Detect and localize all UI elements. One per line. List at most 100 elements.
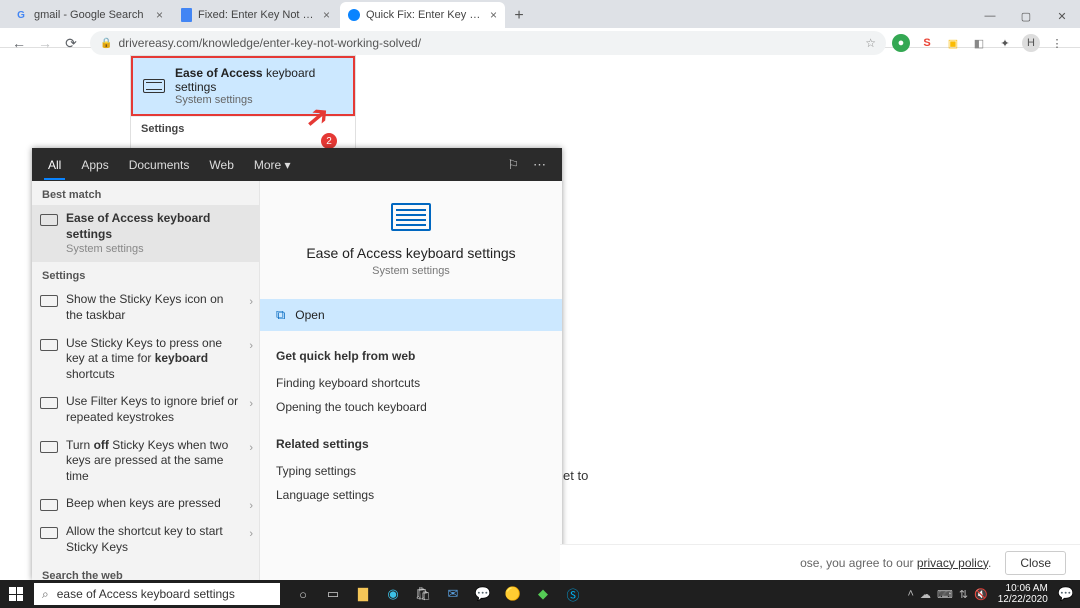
reload-button[interactable]: ⟳ — [58, 30, 84, 56]
result-best-match[interactable]: Ease of Access keyboard settingsSystem s… — [32, 205, 259, 262]
browser-tab-0[interactable]: G gmail - Google Search × — [6, 2, 171, 28]
notifications-icon[interactable]: 💬 — [1058, 586, 1074, 602]
forward-button[interactable]: → — [32, 30, 58, 56]
tab-more[interactable]: More ▾ — [244, 150, 301, 180]
result-setting[interactable]: Turn off Sticky Keys when two keys are p… — [32, 432, 259, 491]
keyboard-tray-icon[interactable]: ⌨ — [937, 588, 953, 601]
result-setting[interactable]: Allow the shortcut key to start Sticky K… — [32, 518, 259, 561]
google-favicon: G — [14, 8, 28, 22]
section-settings: Settings — [32, 262, 259, 286]
more-icon[interactable]: ⋯ — [533, 157, 546, 173]
mail-icon[interactable]: ✉ — [440, 580, 466, 608]
result-setting[interactable]: Beep when keys are pressed› — [32, 490, 259, 518]
result-setting[interactable]: Use Sticky Keys to press one key at a ti… — [32, 330, 259, 389]
browser-tab-1[interactable]: Fixed: Enter Key Not Working O × — [173, 2, 338, 28]
keyboard-icon — [40, 396, 58, 410]
star-icon[interactable]: ☆ — [865, 36, 876, 50]
result-setting[interactable]: Use Filter Keys to ignore brief or repea… — [32, 388, 259, 431]
related-header: Related settings — [276, 437, 546, 451]
edge-icon[interactable]: ◉ — [380, 580, 406, 608]
drive-icon[interactable]: ◆ — [530, 580, 556, 608]
section-best-match: Best match — [32, 181, 259, 205]
result-title: Use Sticky Keys to press one key at a ti… — [66, 336, 251, 383]
ext-icon[interactable]: ◧ — [970, 34, 988, 52]
ext-icon[interactable]: S — [918, 34, 936, 52]
system-tray: ˄ ☁ ⌨ ⇅ 🔇 10:06 AM 12/22/2020 💬 — [908, 583, 1080, 605]
cookie-banner: ose, you agree to our privacy policy. Cl… — [560, 544, 1080, 580]
back-button[interactable]: ← — [6, 30, 32, 56]
maximize-button[interactable]: ▢ — [1008, 4, 1044, 28]
close-icon[interactable]: × — [323, 8, 330, 22]
tab-documents[interactable]: Documents — [119, 150, 200, 180]
tab-web[interactable]: Web — [199, 150, 243, 180]
result-title: Ease of Access keyboard settings — [175, 66, 343, 94]
tray-chevron-icon[interactable]: ˄ — [908, 588, 914, 601]
section-web: Search the web — [32, 562, 259, 580]
tab-all[interactable]: All — [38, 150, 71, 180]
nav-toolbar: ← → ⟳ 🔒 drivereasy.com/knowledge/enter-k… — [0, 28, 1080, 58]
taskbar: ⌕ ease of Access keyboard settings ○ ▭ ▇… — [0, 580, 1080, 608]
ext-icon[interactable]: ● — [892, 34, 910, 52]
volume-icon[interactable]: 🔇 — [974, 588, 988, 601]
preview-subtitle: System settings — [276, 265, 546, 277]
search-preview-pane: Ease of Access keyboard settings System … — [260, 181, 562, 580]
explorer-icon[interactable]: ▇ — [350, 580, 376, 608]
page-text-fragment: et to — [563, 468, 588, 483]
ext-icon[interactable]: ▣ — [944, 34, 962, 52]
browser-tab-2[interactable]: Quick Fix: Enter Key Not Working × — [340, 2, 505, 28]
result-setting[interactable]: Show the Sticky Keys icon on the taskbar… — [32, 286, 259, 329]
wifi-icon[interactable]: ⇅ — [959, 588, 968, 601]
tab-apps[interactable]: Apps — [71, 150, 118, 180]
store-icon[interactable]: 🛍 — [410, 580, 436, 608]
keyboard-icon — [40, 338, 58, 352]
taskview-icon[interactable]: ▭ — [320, 580, 346, 608]
close-button[interactable]: Close — [1005, 551, 1066, 575]
result-title: Turn off Sticky Keys when two keys are p… — [66, 438, 251, 485]
search-scope-tabs: All Apps Documents Web More ▾ ⚐ ⋯ — [32, 148, 562, 181]
menu-icon[interactable]: ⋮ — [1048, 34, 1066, 52]
onedrive-icon[interactable]: ☁ — [920, 588, 931, 601]
close-window-button[interactable]: ✕ — [1044, 4, 1080, 28]
extensions: ● S ▣ ◧ ✦ H ⋮ — [892, 34, 1074, 52]
extensions-icon[interactable]: ✦ — [996, 34, 1014, 52]
chevron-right-icon: › — [249, 500, 253, 512]
result-title: Show the Sticky Keys icon on the taskbar — [66, 292, 251, 323]
result-title: Ease of Access keyboard settings — [66, 211, 210, 241]
annotation-badge: 2 — [321, 133, 337, 149]
preview-title: Ease of Access keyboard settings — [276, 245, 546, 261]
related-link[interactable]: Language settings — [276, 483, 546, 507]
cortana-icon[interactable]: ○ — [290, 580, 316, 608]
keyboard-icon — [40, 213, 58, 227]
address-bar[interactable]: 🔒 drivereasy.com/knowledge/enter-key-not… — [90, 31, 886, 55]
open-icon: ⧉ — [276, 307, 285, 323]
open-button[interactable]: ⧉Open — [260, 299, 562, 331]
keyboard-icon — [40, 498, 58, 512]
search-results-list[interactable]: Best match Ease of Access keyboard setti… — [32, 181, 260, 580]
browser-chrome: G gmail - Google Search × Fixed: Enter K… — [0, 0, 1080, 48]
related-link[interactable]: Typing settings — [276, 459, 546, 483]
privacy-link[interactable]: privacy policy — [917, 556, 988, 570]
taskbar-search[interactable]: ⌕ ease of Access keyboard settings — [34, 583, 280, 605]
help-header: Get quick help from web — [276, 349, 546, 363]
chevron-right-icon: › — [249, 340, 253, 352]
chevron-right-icon: › — [249, 398, 253, 410]
chrome-icon[interactable]: 🟡 — [500, 580, 526, 608]
help-link[interactable]: Finding keyboard shortcuts — [276, 371, 546, 395]
result-title: Allow the shortcut key to start Sticky K… — [66, 524, 251, 555]
chevron-right-icon: › — [249, 296, 253, 308]
skype-icon[interactable]: Ⓢ — [560, 580, 586, 608]
chat-icon[interactable]: 💬 — [470, 580, 496, 608]
tab-title: Quick Fix: Enter Key Not Working — [366, 9, 484, 21]
close-icon[interactable]: × — [156, 8, 163, 22]
help-link[interactable]: Opening the touch keyboard — [276, 395, 546, 419]
minimize-button[interactable]: — — [972, 4, 1008, 28]
profile-avatar[interactable]: H — [1022, 34, 1040, 52]
start-button[interactable] — [0, 580, 32, 608]
new-tab-button[interactable]: + — [507, 4, 531, 28]
feedback-icon[interactable]: ⚐ — [507, 157, 519, 173]
close-icon[interactable]: × — [490, 8, 497, 22]
keyboard-icon — [40, 526, 58, 540]
clock[interactable]: 10:06 AM 12/22/2020 — [998, 583, 1048, 605]
keyboard-icon — [143, 79, 165, 93]
chevron-right-icon: › — [249, 442, 253, 454]
